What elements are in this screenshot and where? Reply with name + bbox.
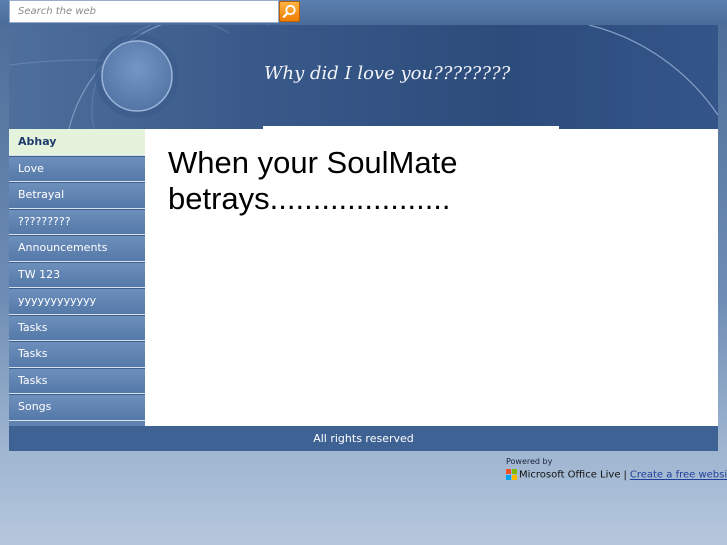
sidebar-item-tasks-3[interactable]: Tasks	[9, 367, 145, 394]
top-bar	[0, 0, 727, 25]
office-live-logo-icon	[506, 469, 517, 480]
main-content: When your SoulMate betrays..............…	[145, 129, 718, 426]
sidebar-item-announcements[interactable]: Announcements	[9, 235, 145, 262]
powered-by-label: Powered by	[506, 457, 553, 466]
search-icon	[282, 4, 296, 18]
sidebar-nav: Abhay Love Betrayal ????????? Announceme…	[9, 129, 145, 426]
office-brand: Microsoft Office Live	[519, 469, 621, 481]
sidebar-item-abhay[interactable]: Abhay	[9, 129, 145, 156]
search-input[interactable]	[10, 1, 278, 22]
sidebar-item-tasks-1[interactable]: Tasks	[9, 314, 145, 341]
rights-text: All rights reserved	[313, 432, 414, 445]
create-website-link[interactable]: Create a free website	[630, 470, 727, 481]
sidebar-item-question-marks[interactable]: ?????????	[9, 208, 145, 235]
site-banner: Why did I love you????????	[9, 25, 718, 129]
credit-separator: |	[623, 469, 627, 481]
page-heading: When your SoulMate betrays..............…	[168, 145, 458, 216]
sidebar-item-love[interactable]: Love	[9, 155, 145, 182]
search-button[interactable]	[279, 1, 300, 22]
office-live-credit: Microsoft Office Live | Create a free webs…	[506, 469, 727, 481]
sidebar-item-tw-123[interactable]: TW 123	[9, 261, 145, 288]
footer-bar: All rights reserved	[9, 426, 718, 451]
sidebar-item-yyyy[interactable]: yyyyyyyyyyyy	[9, 288, 145, 315]
sidebar-item-songs[interactable]: Songs	[9, 394, 145, 421]
site-title: Why did I love you????????	[264, 63, 511, 84]
search-box	[9, 0, 279, 23]
sidebar-item-betrayal[interactable]: Betrayal	[9, 182, 145, 209]
sidebar-item-tasks-2[interactable]: Tasks	[9, 341, 145, 368]
